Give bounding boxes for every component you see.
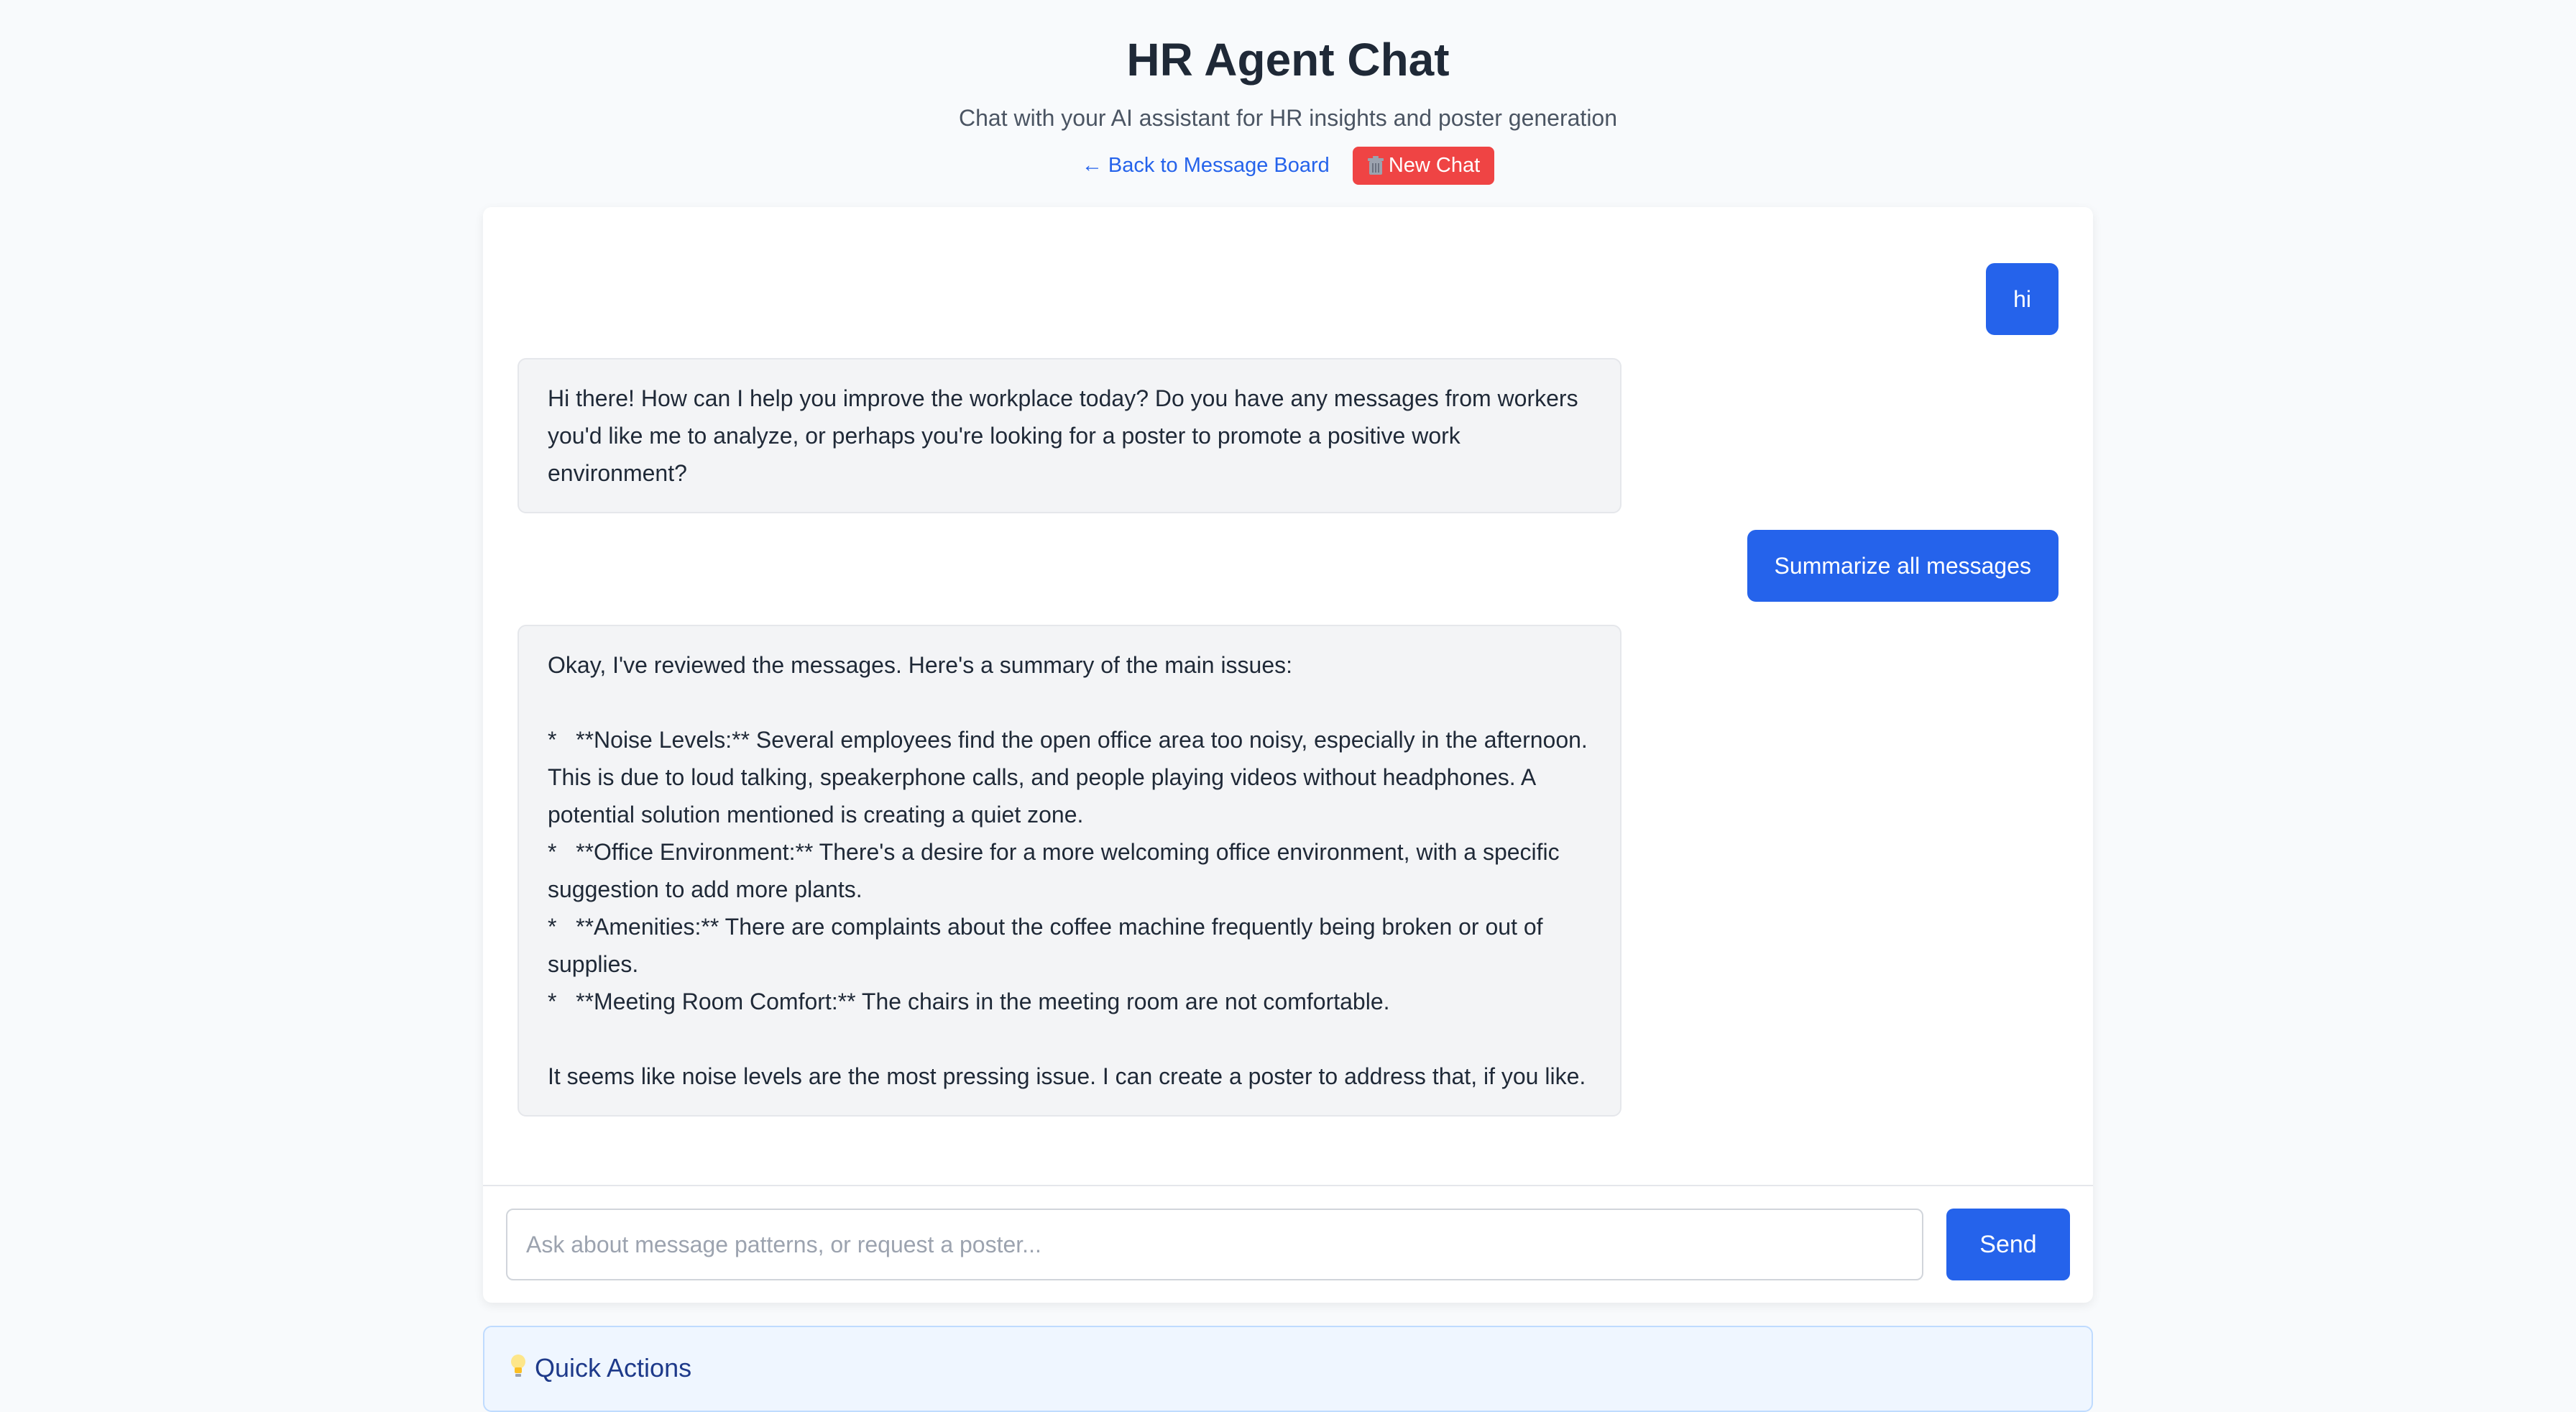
trash-icon xyxy=(1367,155,1384,175)
page-subtitle: Chat with your AI assistant for HR insig… xyxy=(958,105,1618,131)
lightbulb-icon xyxy=(511,1354,525,1377)
chat-input[interactable] xyxy=(506,1209,1923,1280)
page-header: HR Agent Chat Chat with your AI assistan… xyxy=(0,0,2576,185)
new-chat-button[interactable]: New Chat xyxy=(1352,147,1495,185)
message-list[interactable]: hi Hi there! How can I help you improve … xyxy=(518,263,2058,1212)
nav-row: ← Back to Message Board New Chat xyxy=(0,147,2576,185)
assistant-message: Okay, I've reviewed the messages. Here's… xyxy=(518,625,1622,1117)
page-title: HR Agent Chat xyxy=(1126,34,1450,86)
assistant-message: Hi there! How can I help you improve the… xyxy=(518,358,1622,513)
back-to-message-board-link[interactable]: ← Back to Message Board xyxy=(1082,154,1330,178)
chat-input-bar: Send xyxy=(483,1185,2093,1303)
send-button[interactable]: Send xyxy=(1946,1209,2070,1280)
chat-panel: hi Hi there! How can I help you improve … xyxy=(483,207,2093,1303)
user-message: hi xyxy=(1986,263,2058,335)
new-chat-label: New Chat xyxy=(1388,154,1481,177)
quick-actions-panel: Quick Actions xyxy=(483,1326,2093,1412)
user-message: Summarize all messages xyxy=(1747,530,2058,602)
